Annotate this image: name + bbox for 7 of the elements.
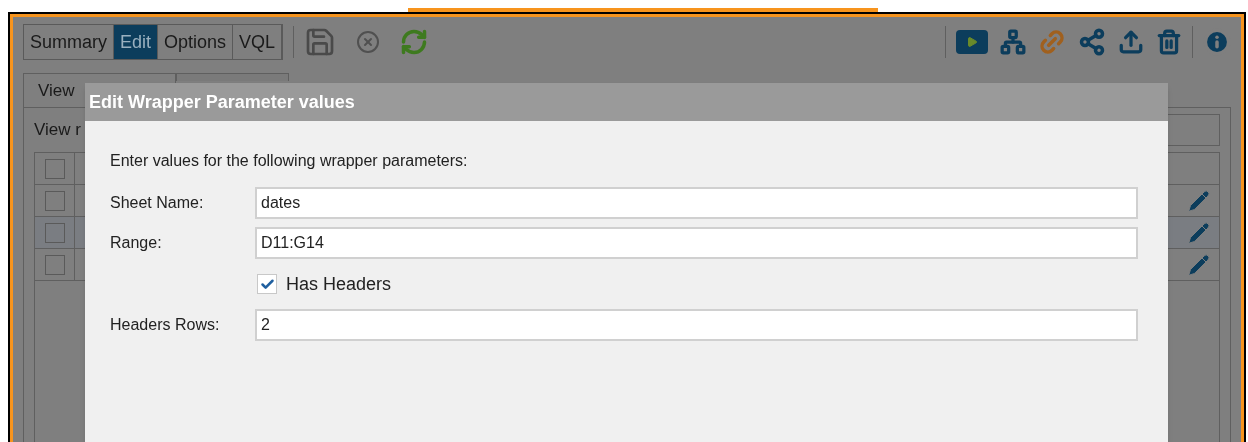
field-label: Sheet Name: (110, 193, 205, 213)
panel-label: View r (34, 119, 81, 142)
checkbox-label: Has Headers (286, 272, 392, 296)
field-label: Range: (110, 233, 163, 253)
field-label: Headers Rows: (110, 315, 221, 335)
dialog-title: Edit Wrapper Parameter values (89, 90, 355, 114)
instruction-text: Enter values for the following wrapper parameters: (110, 151, 469, 171)
